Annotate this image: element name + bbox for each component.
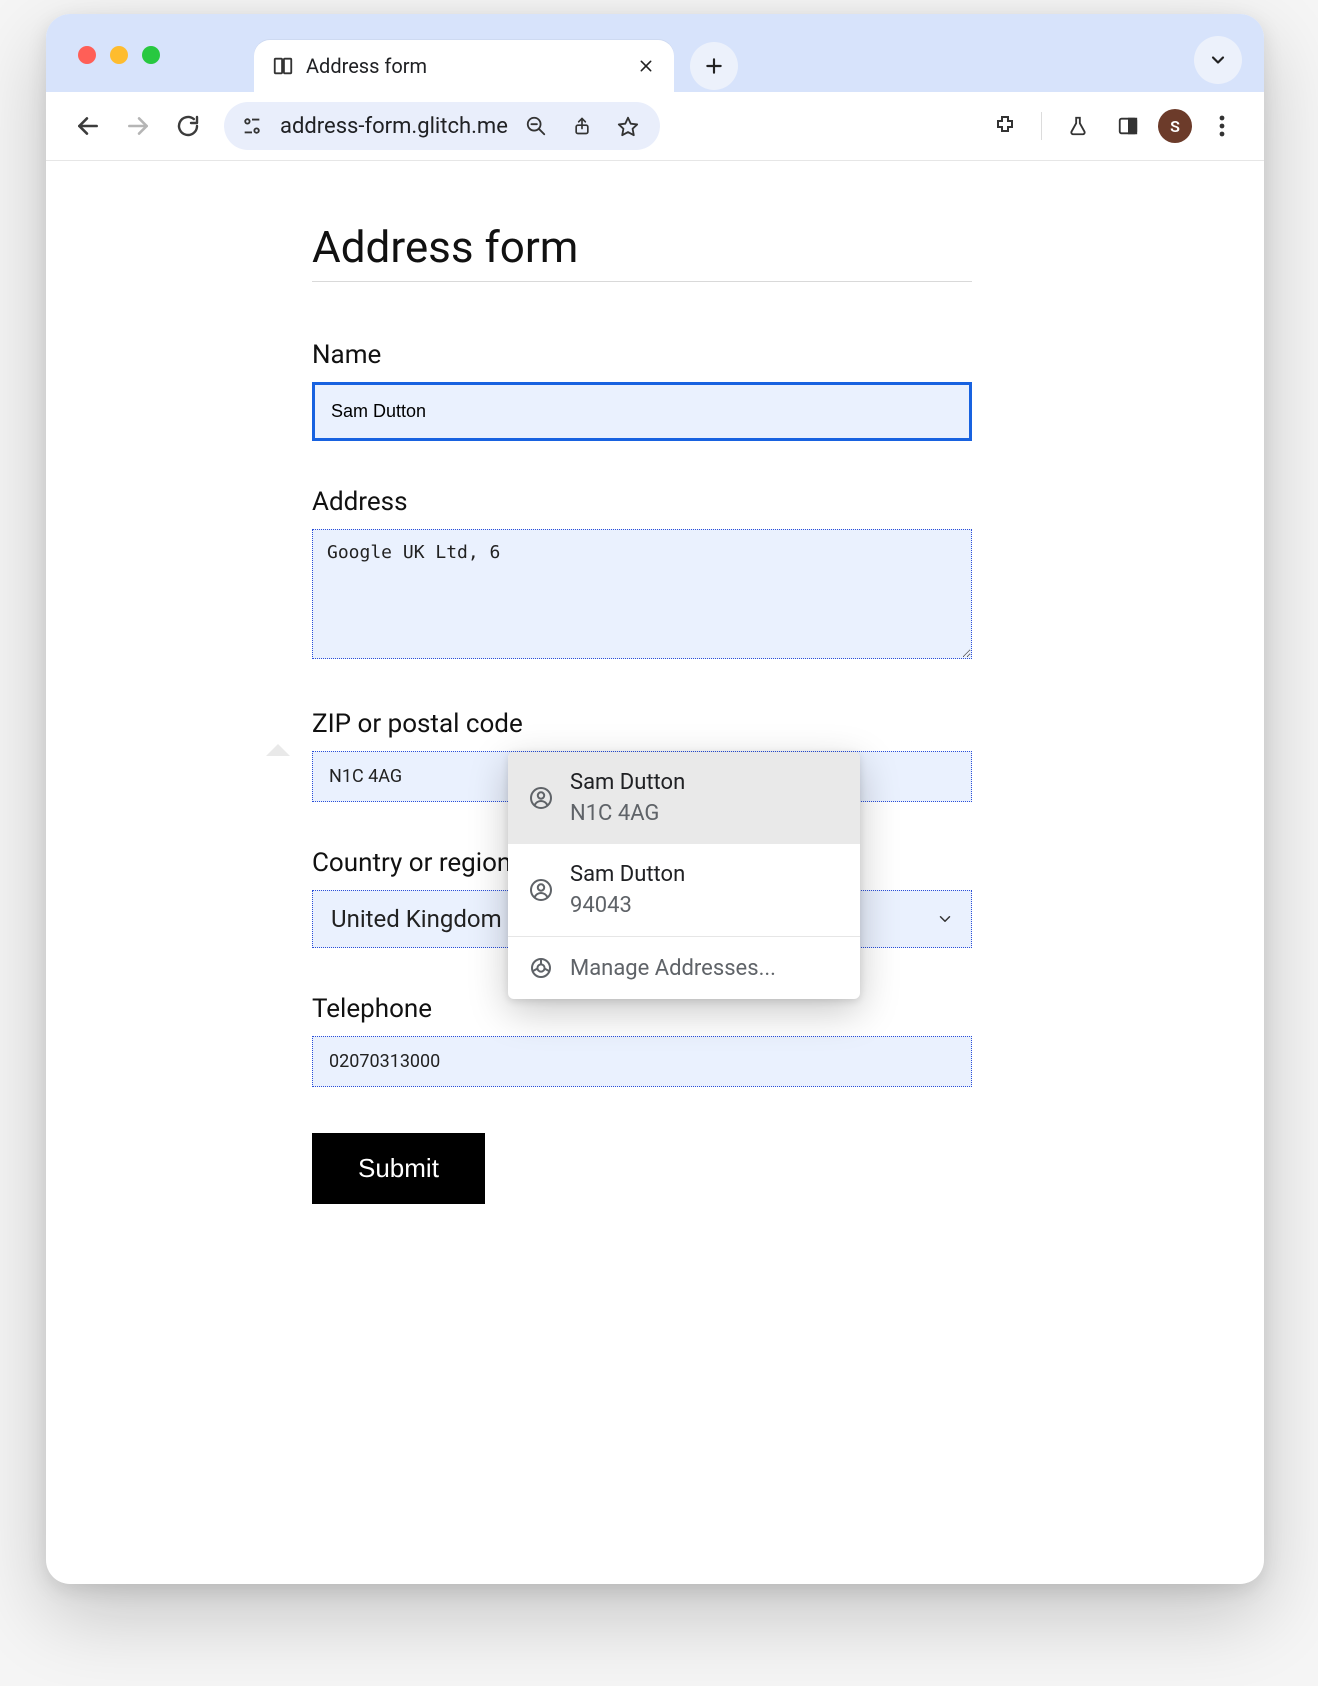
autofill-subtext: 94043: [570, 893, 685, 918]
field-group-tel: Telephone: [312, 994, 972, 1087]
field-group-name: Name: [312, 340, 972, 441]
window-minimize-button[interactable]: [110, 46, 128, 64]
autofill-popup: Sam Dutton N1C 4AG Sam Dutton 94043: [508, 752, 860, 999]
field-group-address: Address: [312, 487, 972, 663]
title-underline: [312, 281, 972, 282]
tab-title: Address form: [306, 54, 616, 78]
chrome-icon: [528, 955, 554, 981]
browser-tab[interactable]: Address form: [254, 40, 674, 92]
autofill-suggestion-2[interactable]: Sam Dutton 94043: [508, 844, 860, 936]
tab-close-button[interactable]: [628, 48, 664, 84]
tab-strip: Address form: [46, 14, 1264, 92]
label-address: Address: [312, 487, 972, 517]
label-zip: ZIP or postal code: [312, 709, 972, 739]
avatar-initial: S: [1170, 117, 1180, 136]
labs-icon[interactable]: [1058, 106, 1098, 146]
toolbar: address-form.glitch.me: [46, 92, 1264, 160]
side-panel-icon[interactable]: [1108, 106, 1148, 146]
autofill-name: Sam Dutton: [570, 770, 685, 795]
profile-avatar[interactable]: S: [1158, 109, 1192, 143]
new-tab-button[interactable]: [690, 42, 738, 90]
autofill-name: Sam Dutton: [570, 862, 685, 887]
back-button[interactable]: [68, 106, 108, 146]
person-icon: [528, 877, 554, 903]
manage-addresses-row[interactable]: Manage Addresses...: [508, 937, 860, 999]
share-icon[interactable]: [564, 108, 600, 144]
label-name: Name: [312, 340, 972, 370]
bookmark-star-icon[interactable]: [610, 108, 646, 144]
toolbar-separator: [1041, 112, 1042, 140]
telephone-input[interactable]: [312, 1036, 972, 1087]
reload-button[interactable]: [168, 106, 208, 146]
page-viewport: Address form Name Address ZIP or postal …: [46, 161, 1264, 1244]
person-icon: [528, 785, 554, 811]
manage-addresses-label: Manage Addresses...: [570, 956, 776, 981]
window-close-button[interactable]: [78, 46, 96, 64]
browser-window: Address form: [46, 14, 1264, 1584]
address-textarea[interactable]: [312, 529, 972, 659]
window-controls: [78, 46, 160, 64]
extensions-icon[interactable]: [985, 106, 1025, 146]
url-text: address-form.glitch.me: [280, 114, 508, 139]
forward-button[interactable]: [118, 106, 158, 146]
tab-overflow-button[interactable]: [1194, 36, 1242, 84]
autofill-subtext: N1C 4AG: [570, 801, 685, 826]
favicon-icon: [272, 55, 294, 77]
page-title: Address form: [312, 221, 972, 273]
name-input[interactable]: [312, 382, 972, 441]
window-zoom-button[interactable]: [142, 46, 160, 64]
address-bar[interactable]: address-form.glitch.me: [224, 102, 660, 150]
submit-button[interactable]: Submit: [312, 1133, 485, 1204]
autofill-pointer: [266, 744, 290, 756]
kebab-menu-icon[interactable]: [1202, 106, 1242, 146]
autofill-suggestion-1[interactable]: Sam Dutton N1C 4AG: [508, 752, 860, 844]
zoom-icon[interactable]: [518, 108, 554, 144]
site-info-icon[interactable]: [234, 108, 270, 144]
